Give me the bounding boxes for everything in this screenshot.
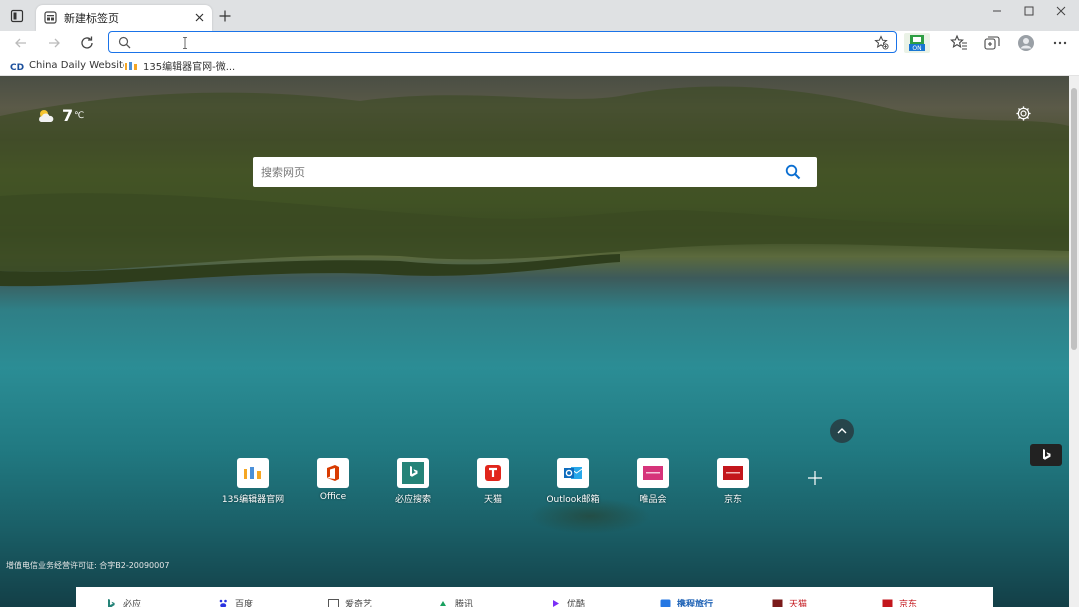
feed-link-baidu[interactable]: 百度: [218, 597, 253, 607]
bookmark-china-daily[interactable]: CD China Daily Website...: [10, 58, 139, 73]
bookmark-135-editor[interactable]: 135编辑器官网-微...: [124, 58, 235, 73]
partly-cloudy-icon: [39, 109, 54, 122]
favorites-icon[interactable]: [950, 34, 968, 52]
collections-icon[interactable]: [983, 34, 1001, 52]
address-input[interactable]: [137, 34, 857, 50]
bookmark-label: China Daily Website...: [29, 60, 139, 71]
iqiyi-icon: [328, 598, 339, 607]
feed-link-tmall[interactable]: 天猫: [772, 597, 807, 607]
tab-actions-menu-icon[interactable]: [10, 9, 24, 23]
extension-on-button[interactable]: ON: [904, 33, 930, 53]
quick-link-outlook[interactable]: Outlook邮箱: [533, 458, 613, 505]
vip-icon: [637, 458, 669, 488]
feed-link-label: 天猫: [789, 599, 808, 607]
more-options-icon[interactable]: [1051, 34, 1069, 52]
bing-chat-button[interactable]: [1030, 444, 1062, 466]
feed-link-iqiyi[interactable]: 爱奇艺: [328, 597, 372, 607]
feed-link-jd[interactable]: 京东: [882, 597, 917, 607]
135-editor-favicon: [124, 60, 138, 71]
feed-link-label: 腾讯: [455, 599, 474, 607]
quick-link-label: 京东: [723, 495, 742, 505]
quick-link-135-editor[interactable]: 135编辑器官网: [213, 458, 293, 505]
collapse-content-button[interactable]: [830, 419, 854, 443]
favorites-bar: CD China Daily Website... 135编辑器官网-微...: [0, 55, 1079, 76]
china-daily-favicon: CD: [10, 63, 24, 72]
close-window-icon[interactable]: [1054, 4, 1068, 18]
content-feed-nav-bar: 必应 百度 爱奇艺 腾讯 优酷 携程旅行 天猫 京东: [76, 587, 993, 607]
feed-link-tencent[interactable]: 腾讯: [438, 597, 473, 607]
jd-icon: [717, 458, 749, 488]
weather-unit: ℃: [74, 110, 85, 121]
refresh-icon[interactable]: [77, 33, 97, 53]
quick-link-label: 135编辑器官网: [221, 495, 285, 505]
bing-small-icon: [108, 598, 115, 607]
new-tab-page-icon: [44, 11, 57, 24]
extension-on-icon: ON: [909, 35, 925, 52]
quick-link-label: Office: [319, 492, 347, 502]
quick-link-office[interactable]: Office: [293, 458, 373, 502]
weather-widget[interactable]: 7 ℃: [36, 106, 84, 125]
tab-title: 新建标签页: [64, 12, 119, 25]
baidu-paw-icon: [219, 599, 227, 607]
ctrip-icon: [660, 599, 671, 607]
bing-icon: [397, 458, 429, 488]
135-editor-icon: [237, 458, 269, 488]
tab-new-tab[interactable]: 新建标签页: [36, 5, 212, 31]
background-landscape-image: [0, 86, 1069, 287]
new-tab-page: 7 ℃ 135编辑器官网: [0, 76, 1069, 607]
quick-link-label: 天猫: [483, 495, 502, 505]
quick-link-label: 必应搜索: [394, 495, 431, 505]
bing-logo-icon: [1043, 449, 1051, 460]
text-cursor-icon: [183, 37, 187, 49]
add-favorite-star-icon[interactable]: [874, 35, 889, 50]
add-quick-link-plus-icon[interactable]: [806, 469, 824, 487]
extension-on-label: ON: [912, 45, 921, 52]
feed-link-bing[interactable]: 必应: [106, 597, 141, 607]
quick-link-jd[interactable]: 京东: [693, 458, 773, 505]
profile-avatar-icon[interactable]: [1017, 34, 1035, 52]
search-submit-icon[interactable]: [785, 164, 801, 180]
page-scrollbar-thumb[interactable]: [1071, 88, 1077, 350]
feed-link-ctrip[interactable]: 携程旅行: [660, 597, 713, 607]
office-icon: [317, 458, 349, 488]
minimize-icon[interactable]: [990, 4, 1004, 18]
tencent-icon: [440, 600, 446, 606]
forward-arrow-icon[interactable]: [44, 33, 64, 53]
back-arrow-icon[interactable]: [11, 33, 31, 53]
close-tab-icon[interactable]: [193, 11, 206, 24]
search-icon: [118, 36, 131, 49]
feed-link-label: 携程旅行: [677, 599, 714, 607]
jd-small-icon: [882, 599, 893, 607]
tab-strip: 新建标签页: [0, 0, 1079, 31]
feed-link-label: 必应: [123, 599, 142, 607]
chevron-up-icon: [837, 428, 847, 434]
quick-link-tmall[interactable]: 天猫: [453, 458, 533, 505]
feed-link-label: 京东: [899, 599, 918, 607]
web-search-box[interactable]: [253, 157, 817, 187]
quick-link-bing[interactable]: 必应搜索: [373, 458, 453, 505]
quick-link-label: Outlook邮箱: [546, 495, 600, 505]
bookmark-label: 135编辑器官网-微...: [143, 62, 236, 73]
youku-icon: [553, 599, 559, 607]
maximize-icon[interactable]: [1022, 4, 1036, 18]
toolbar: ON: [0, 31, 1079, 55]
feed-link-label: 优酷: [567, 599, 586, 607]
quick-link-label: 唯品会: [639, 495, 667, 505]
address-bar[interactable]: [108, 31, 897, 53]
page-settings-gear-icon[interactable]: [1015, 105, 1032, 122]
feed-link-youku[interactable]: 优酷: [550, 597, 585, 607]
tmall-icon: [477, 458, 509, 488]
svg-text:CD: CD: [10, 63, 24, 72]
web-search-input[interactable]: [261, 163, 761, 181]
outlook-icon: [557, 458, 589, 488]
feed-link-label: 爱奇艺: [345, 599, 373, 607]
tmall-small-icon: [772, 599, 783, 607]
feed-link-label: 百度: [235, 599, 254, 607]
quick-link-vip[interactable]: 唯品会: [613, 458, 693, 505]
weather-temperature: 7: [62, 106, 74, 125]
new-tab-plus-icon[interactable]: [218, 9, 232, 23]
icp-license-text[interactable]: 增值电信业务经营许可证: 合字B2-20090007: [6, 560, 169, 571]
